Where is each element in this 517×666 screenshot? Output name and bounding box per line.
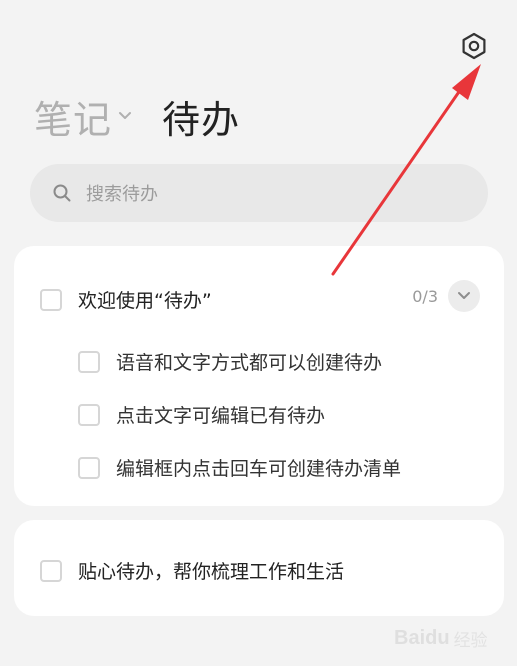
todo-item[interactable]: 点击文字可编辑已有待办 (78, 401, 325, 428)
todo-item-checkbox[interactable] (78, 456, 100, 479)
settings-icon (462, 32, 486, 60)
todo-item-checkbox[interactable] (78, 350, 100, 373)
todo-group-card: 欢迎使用“待办” 0/3 语音和文字方式都可以创建待办 点击文字可编辑已有待办 … (14, 246, 504, 506)
header-tabs: 笔记 待办 (34, 88, 240, 144)
todo-item-text[interactable]: 点击文字可编辑已有待办 (116, 401, 325, 428)
todo-item-checkbox[interactable] (78, 403, 100, 426)
chevron-down-icon[interactable] (118, 111, 132, 121)
todo-item-text[interactable]: 编辑框内点击回车可创建待办清单 (116, 454, 401, 481)
group-title[interactable]: 贴心待办，帮你梳理工作和生活 (78, 557, 344, 584)
group-checkbox[interactable] (40, 559, 62, 582)
chevron-down-icon (458, 292, 470, 299)
progress-count: 0/3 (412, 287, 438, 306)
collapse-toggle-button[interactable] (448, 280, 480, 312)
settings-button[interactable] (456, 28, 492, 64)
watermark-sub: 经验 (453, 630, 488, 651)
todo-item[interactable]: 语音和文字方式都可以创建待办 (78, 348, 382, 375)
todo-group-header[interactable]: 贴心待办，帮你梳理工作和生活 (40, 557, 344, 584)
search-input[interactable]: 搜索待办 (30, 164, 488, 222)
todo-item-text[interactable]: 语音和文字方式都可以创建待办 (116, 348, 382, 375)
tab-notes[interactable]: 笔记 (34, 89, 112, 144)
group-checkbox[interactable] (40, 288, 62, 311)
search-icon (53, 184, 71, 202)
todo-group-header[interactable]: 欢迎使用“待办” (40, 286, 212, 313)
tab-todo[interactable]: 待办 (162, 89, 240, 144)
watermark-logo: Baidu 经验 (394, 616, 504, 660)
todo-item[interactable]: 编辑框内点击回车可创建待办清单 (78, 454, 401, 481)
search-placeholder: 搜索待办 (86, 184, 158, 205)
group-title[interactable]: 欢迎使用“待办” (78, 286, 212, 313)
watermark-brand: Baidu (394, 626, 450, 649)
todo-group-card: 贴心待办，帮你梳理工作和生活 (14, 520, 504, 616)
